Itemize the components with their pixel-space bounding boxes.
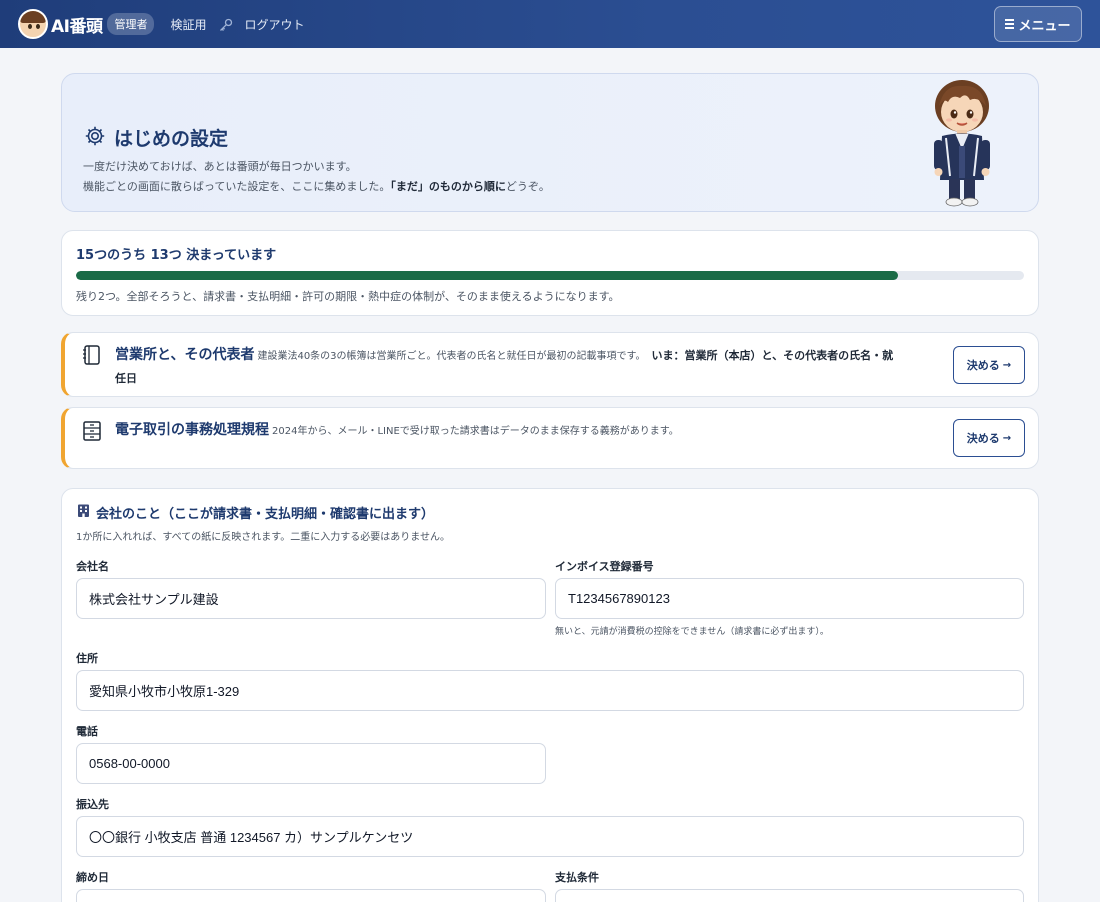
- todo-description: 建設業法40条の3の帳簿は営業所ごと。代表者の氏名と就任日が最初の記載事項です。: [257, 351, 646, 362]
- role-badge: 管理者: [107, 13, 155, 35]
- closing-day-label: 締め日: [76, 871, 109, 884]
- page-title: はじめの設定: [114, 128, 229, 150]
- address-label: 住所: [76, 652, 98, 665]
- hero-description-line2: 機能ごとの画面に散らばっていた設定を、ここに集めました。「まだ」のものから順にど…: [83, 180, 550, 193]
- arrow-right-icon: →: [1002, 359, 1012, 371]
- top-navbar: AI番頭 管理者 検証用 ログアウト メニュー: [0, 0, 1100, 48]
- company-name-label: 会社名: [76, 560, 109, 573]
- arrow-right-icon: →: [1002, 432, 1012, 444]
- progress-card: 15つのうち 13つ 決まっています 残り2つ。全部そろうと、請求書・支払明細・…: [61, 230, 1039, 316]
- todo-item-office-representative: 営業所と、その代表者 建設業法40条の3の帳簿は営業所ごと。代表者の氏名と就任日が…: [61, 332, 1039, 397]
- decide-button-office[interactable]: 決める →: [953, 346, 1025, 384]
- company-section-title: 会社のこと（ここが請求書・支払明細・確認書に出ます）: [96, 507, 435, 522]
- menu-button[interactable]: メニュー: [994, 6, 1082, 42]
- brand-logo[interactable]: AI番頭: [51, 12, 103, 37]
- gear-icon: [84, 125, 106, 151]
- address-input[interactable]: 愛知県小牧市小牧原1-329: [76, 670, 1024, 711]
- progress-title: 15つのうち 13つ 決まっています: [76, 248, 277, 263]
- decide-button-label: 決める: [966, 359, 1000, 372]
- nav-link-test[interactable]: 検証用: [170, 16, 206, 33]
- todo-description: 2024年から、メール・LINEで受け取った請求書はデータのまま保存する義務があ…: [272, 426, 679, 437]
- office-building-icon: [76, 503, 91, 522]
- progress-bar: [76, 271, 1024, 280]
- bank-account-label: 振込先: [76, 798, 109, 811]
- phone-input[interactable]: 0568-00-0000: [76, 743, 546, 784]
- hamburger-icon: [1005, 19, 1015, 29]
- setup-hero: はじめの設定 一度だけ決めておけば、あとは番頭が毎日つかいます。 機能ごとの画面…: [61, 73, 1039, 212]
- progress-bar-fill: [76, 271, 898, 280]
- company-name-input[interactable]: 株式会社サンプル建設: [76, 578, 546, 619]
- menu-button-label: メニュー: [1018, 18, 1071, 34]
- bank-account-input[interactable]: 〇〇銀行 小牧支店 普通 1234567 カ）サンプルケンセツ: [76, 816, 1024, 857]
- key-icon: [219, 17, 233, 31]
- todo-title: 電子取引の事務処理規程: [115, 422, 269, 438]
- logout-link[interactable]: ログアウト: [245, 16, 305, 33]
- decide-button-label: 決める: [966, 432, 1000, 445]
- mascot-avatar-icon[interactable]: [18, 9, 48, 39]
- todo-item-e-transaction-rules: 電子取引の事務処理規程 2024年から、メール・LINEで受け取った請求書はデータ…: [61, 407, 1039, 469]
- invoice-number-label: インボイス登録番号: [555, 560, 654, 573]
- payment-terms-input[interactable]: [555, 889, 1024, 902]
- todo-text: 電子取引の事務処理規程 2024年から、メール・LINEで受け取った請求書はデータ…: [115, 419, 895, 442]
- payment-terms-label: 支払条件: [555, 871, 599, 884]
- notebook-icon: [81, 344, 103, 366]
- company-section-subtitle: 1か所に入れれば、すべての紙に反映されます。二重に入力する必要はありません。: [76, 532, 450, 543]
- todo-text: 営業所と、その代表者 建設業法40条の3の帳簿は営業所ごと。代表者の氏名と就任日が…: [115, 344, 895, 389]
- file-cabinet-icon: [81, 420, 103, 442]
- hero-description-line1: 一度だけ決めておけば、あとは番頭が毎日つかいます。: [83, 160, 357, 173]
- invoice-number-hint: 無いと、元請が消費税の控除をできません（請求書に必ず出ます）。: [555, 627, 829, 637]
- invoice-number-input[interactable]: T1234567890123: [555, 578, 1024, 619]
- company-settings-card: 会社のこと（ここが請求書・支払明細・確認書に出ます） 1か所に入れれば、すべての…: [61, 488, 1039, 902]
- progress-note: 残り2つ。全部そろうと、請求書・支払明細・許可の期限・熱中症の体制が、そのまま使…: [76, 290, 620, 303]
- mascot-illustration: [934, 80, 990, 207]
- closing-day-input[interactable]: [76, 889, 546, 902]
- todo-title: 営業所と、その代表者: [115, 347, 255, 363]
- phone-label: 電話: [76, 725, 98, 738]
- decide-button-e-transaction[interactable]: 決める →: [953, 419, 1025, 457]
